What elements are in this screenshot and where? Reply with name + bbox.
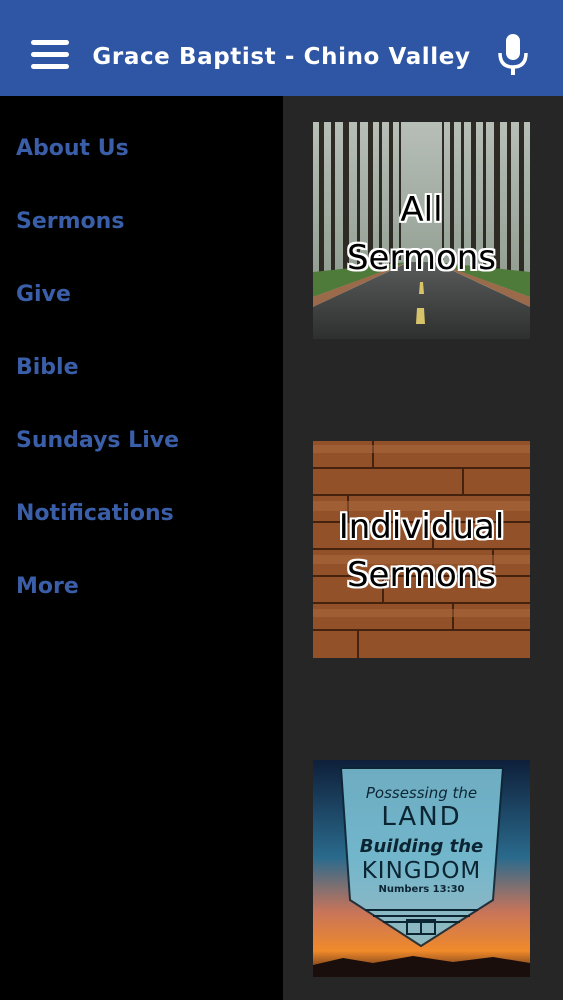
- app-header: Grace Baptist - Chino Valley: [0, 0, 563, 96]
- poster-line4: KINGDOM: [361, 858, 482, 884]
- poster-line5: Numbers 13:30: [378, 884, 465, 895]
- drawer-item-about-us[interactable]: About Us: [16, 136, 129, 161]
- app-title: Grace Baptist - Chino Valley: [92, 44, 471, 70]
- drawer-item-more[interactable]: More: [16, 574, 79, 599]
- individual-sermons-label-line2: Sermons: [346, 555, 497, 595]
- poster-line2: LAND: [381, 802, 462, 832]
- individual-sermons-card[interactable]: Individual Sermons: [313, 441, 530, 658]
- drawer-item-notifications[interactable]: Notifications: [16, 501, 174, 526]
- drawer-item-bible[interactable]: Bible: [16, 355, 79, 380]
- individual-sermons-label-line1: Individual: [338, 507, 505, 547]
- series-poster-card[interactable]: Possessing the LAND Building the KINGDOM…: [313, 760, 530, 977]
- microphone-icon[interactable]: [497, 33, 529, 77]
- all-sermons-label-line1: All: [400, 190, 443, 230]
- drawer-item-give[interactable]: Give: [16, 282, 71, 307]
- navigation-drawer: About Us Sermons Give Bible Sundays Live…: [0, 96, 283, 1000]
- drawer-item-sermons[interactable]: Sermons: [16, 209, 124, 234]
- all-sermons-card[interactable]: All Sermons: [313, 122, 530, 339]
- poster-line1: Possessing the: [365, 784, 478, 802]
- all-sermons-label-line2: Sermons: [346, 238, 497, 278]
- drawer-item-sundays-live[interactable]: Sundays Live: [16, 428, 179, 453]
- poster-line3: Building the: [359, 836, 484, 857]
